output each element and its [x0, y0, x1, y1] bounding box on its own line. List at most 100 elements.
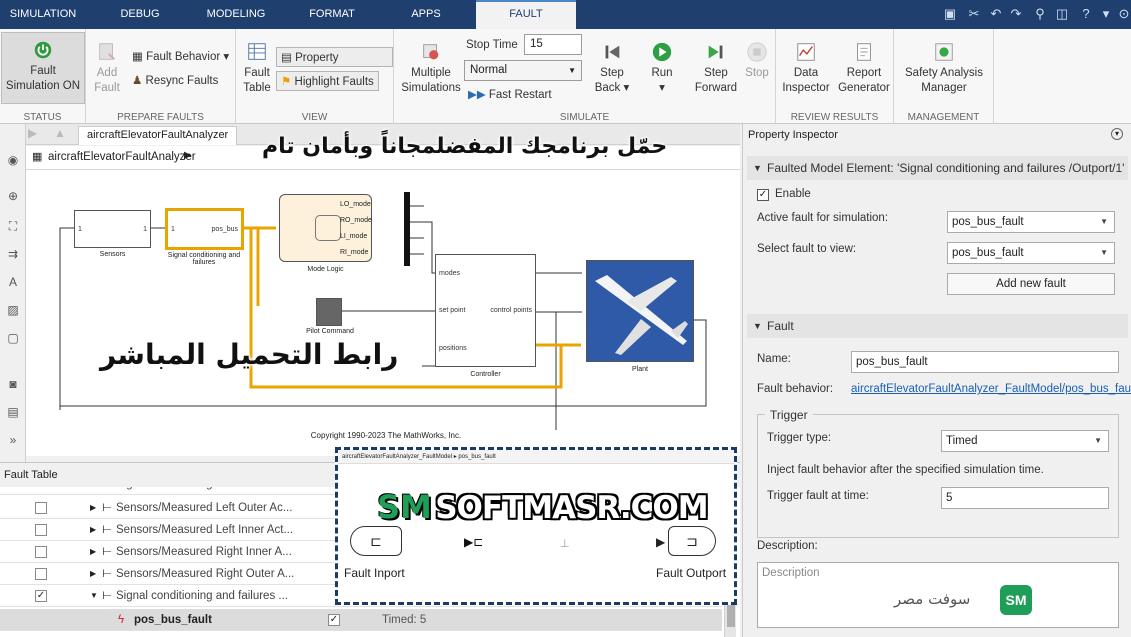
fault-table-button[interactable]: Fault Table	[240, 41, 274, 96]
inspector-menu-icon[interactable]: ▾	[1111, 128, 1123, 140]
row-checkbox[interactable]	[35, 546, 47, 558]
direct-link-banner: رابط التحميل المباشر	[100, 338, 399, 371]
add-fault-button[interactable]: Add Fault	[90, 41, 124, 96]
fault-inport-block[interactable]: ⊏	[350, 526, 402, 556]
annotation-icon[interactable]: A	[5, 274, 21, 290]
enable-label: Enable	[775, 188, 811, 200]
arrow-icon[interactable]: ⇉	[5, 246, 21, 262]
help-icon[interactable]: ?	[1076, 4, 1096, 24]
up-arrow-icon[interactable]: ▲	[54, 126, 66, 140]
breadcrumb-label[interactable]: aircraftElevatorFaultAnalyzer	[48, 151, 196, 163]
tab-apps[interactable]: APPS	[384, 0, 468, 29]
redo-icon[interactable]: ↷	[1006, 4, 1026, 24]
add-new-fault-button[interactable]: Add new fault	[947, 273, 1115, 295]
enable-checkbox[interactable]: ✓	[757, 189, 769, 201]
controller-out-port: control points	[490, 307, 532, 314]
hide-explorer-icon[interactable]: ◉	[5, 152, 21, 168]
active-fault-select[interactable]: pos_bus_fault ▼	[947, 211, 1115, 233]
expand-arrow-icon[interactable]: ▶	[90, 541, 96, 563]
collapse-arrow-icon[interactable]: ▼	[90, 585, 98, 607]
fit-view-icon[interactable]: ⛶	[5, 218, 21, 234]
resync-faults-button[interactable]: ♟ Resync Faults	[128, 71, 222, 91]
faulted-element-section[interactable]: ▼ Faulted Model Element: 'Signal conditi…	[747, 156, 1128, 180]
fault-simulation-toggle[interactable]: Fault Simulation ON	[1, 32, 85, 104]
fault-row[interactable]: ϟ pos_bus_fault ✓ Timed: 5	[0, 609, 722, 631]
expand-toolbar-icon[interactable]: »	[5, 432, 21, 448]
multiple-simulations-button[interactable]: Multiple Simulations	[398, 41, 464, 96]
collapse-ribbon-icon[interactable]: ⊙	[1114, 4, 1131, 24]
report-generator-button[interactable]: Report Generator	[836, 41, 892, 96]
pilot-command-block[interactable]	[316, 298, 342, 326]
step-back-button[interactable]: Step Back ▾	[590, 41, 634, 96]
controller-block[interactable]: modes set point positions control points	[435, 254, 536, 367]
step-back-icon	[605, 45, 620, 59]
highlight-faults-button[interactable]: ⚑ Highlight Faults	[276, 71, 379, 91]
row-checkbox[interactable]	[35, 524, 47, 536]
status-section-label: STATUS	[23, 112, 62, 123]
fault-outport-block[interactable]: ⊐	[668, 526, 716, 556]
search-icon[interactable]: ⚲	[1030, 4, 1050, 24]
trigger-time-input[interactable]: 5	[941, 487, 1109, 509]
save-icon[interactable]: ▣	[940, 4, 960, 24]
fast-restart-button[interactable]: ▶▶ Fast Restart	[464, 85, 556, 105]
tab-fault-analyzer[interactable]: FAULT ANALYZER×	[476, 0, 576, 45]
model-browser-icon[interactable]: ▤	[5, 404, 21, 420]
row-checkbox[interactable]	[35, 502, 47, 514]
inspector-icon: ▤	[281, 52, 296, 64]
ground-block[interactable]: ⊥	[560, 537, 570, 550]
area-icon[interactable]: ▢	[5, 330, 21, 346]
model-tab[interactable]: aircraftElevatorFaultAnalyzer	[78, 126, 238, 145]
camera-icon[interactable]: ◙	[5, 376, 21, 392]
fault-name-input[interactable]: pos_bus_fault	[851, 351, 1119, 373]
minimize-ribbon-icon[interactable]: ▾	[1096, 4, 1116, 24]
left-toolbar: ◉ ⊕ ⛶ ⇉ A ▨ ▢ ◙ ▤ »	[0, 124, 26, 464]
stop-button[interactable]: Stop	[742, 41, 772, 81]
tab-format[interactable]: FORMAT	[290, 0, 374, 29]
tab-simulation[interactable]: SIMULATION	[0, 0, 86, 29]
simulate-section: Multiple Simulations Stop Time 15 Normal…	[394, 29, 776, 124]
trigger-time-label: Trigger fault at time:	[767, 490, 869, 502]
zoom-icon[interactable]: ⊕	[5, 188, 21, 204]
run-button[interactable]: Run ▾	[644, 41, 680, 96]
expand-arrow-icon[interactable]: ▶	[90, 497, 96, 519]
fault-icon: ϟ	[118, 614, 125, 626]
management-section: Safety Analysis Manager MANAGEMENT	[894, 29, 994, 124]
trigger-type-select[interactable]: Timed ▼	[941, 430, 1109, 452]
property-inspector-panel: Property Inspector ▾ ▼ Faulted Model Ele…	[742, 124, 1131, 637]
fault-behavior-link[interactable]: aircraftElevatorFaultAnalyzer_FaultModel…	[851, 383, 1131, 395]
fault-section[interactable]: ▼ Fault	[747, 314, 1128, 338]
model-canvas[interactable]: 1 1 Sensors 1 pos_bus Signal conditionin…	[26, 170, 740, 456]
expand-arrow-icon[interactable]: ▶	[90, 519, 96, 541]
row-checkbox[interactable]	[35, 568, 47, 580]
select-fault-select[interactable]: pos_bus_fault ▼	[947, 242, 1115, 264]
controller-modes-port: modes	[439, 270, 461, 277]
sensors-block[interactable]: 1 1	[74, 210, 151, 248]
tab-debug[interactable]: DEBUG	[98, 0, 182, 29]
community-icon[interactable]: ◫	[1052, 4, 1072, 24]
undo-icon[interactable]: ↶	[986, 4, 1006, 24]
image-icon[interactable]: ▨	[5, 302, 21, 318]
property-inspector-button[interactable]: ▤ Property Inspector	[276, 47, 393, 84]
stop-time-input[interactable]: 15	[524, 34, 582, 55]
plant-block[interactable]	[586, 260, 694, 362]
forward-arrow-icon[interactable]: ▶	[28, 126, 37, 140]
signal-conditioning-label: Signal conditioning and failures	[167, 252, 241, 266]
step-forward-button[interactable]: Step Forward	[694, 41, 738, 96]
chevron-down-icon: ▼	[1100, 217, 1108, 226]
row-checkbox[interactable]: ✓	[35, 590, 47, 602]
description-label: Description:	[757, 540, 818, 552]
terminator-block[interactable]: ▶⊏	[464, 535, 483, 549]
expand-arrow-icon[interactable]: ▶	[90, 563, 96, 585]
data-inspector-button[interactable]: Data Inspector	[780, 41, 832, 96]
review-results-section: Data Inspector Report Generator REVIEW R…	[776, 29, 894, 124]
simulation-mode-select[interactable]: Normal ▼	[464, 60, 582, 81]
management-section-label: MANAGEMENT	[907, 112, 980, 123]
cut-icon[interactable]: ✂	[964, 4, 984, 24]
bus-creator-block[interactable]	[404, 192, 410, 266]
fault-behavior-button[interactable]: ▦ Fault Behavior ▾	[128, 47, 233, 67]
signal-conditioning-block[interactable]: 1 pos_bus	[165, 208, 244, 250]
fault-row-checkbox[interactable]: ✓	[328, 614, 340, 626]
tab-modeling[interactable]: MODELING	[194, 0, 278, 29]
safety-analysis-manager-button[interactable]: Safety Analysis Manager	[898, 41, 990, 96]
data-inspector-icon	[797, 43, 815, 61]
